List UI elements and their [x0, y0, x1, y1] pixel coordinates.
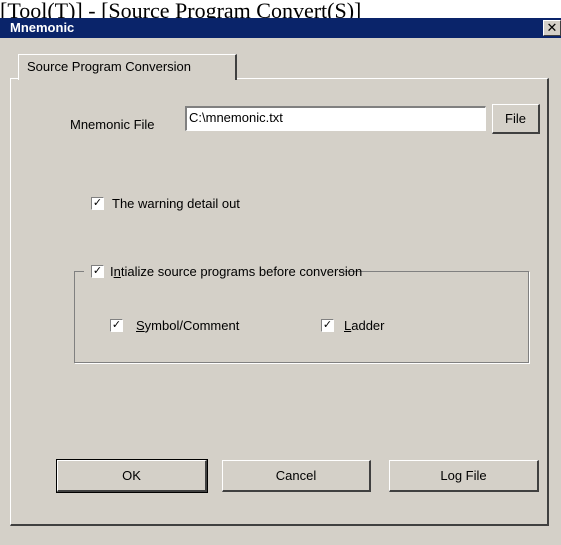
ok-button[interactable]: OK [56, 459, 208, 493]
file-browse-button[interactable]: File [492, 104, 540, 134]
initialize-checkbox[interactable]: ✓ [91, 265, 104, 278]
mnemonic-file-label: Mnemonic File [70, 117, 155, 132]
checkmark-icon: ✓ [92, 197, 103, 209]
ladder-checkbox[interactable]: ✓ [321, 319, 334, 332]
symbol-comment-label: Symbol/Comment [136, 318, 240, 333]
checkmark-icon: ✓ [111, 319, 122, 331]
ladder-label: Ladder [344, 318, 385, 333]
checkmark-icon: ✓ [322, 319, 333, 331]
cancel-button[interactable]: Cancel [222, 460, 371, 492]
warning-detail-checkbox[interactable]: ✓ [91, 197, 104, 210]
initialize-groupbox [74, 271, 529, 363]
warning-detail-label: The warning detail out [112, 196, 240, 211]
close-button[interactable]: ✕ [543, 20, 561, 36]
symbol-comment-checkbox[interactable]: ✓ [110, 319, 123, 332]
initialize-legend: ✓ Intialize source programs before conve… [84, 262, 362, 280]
close-icon: ✕ [546, 20, 558, 35]
tab-label: Source Program Conversion [27, 59, 192, 74]
initialize-label: Intialize source programs before convers… [110, 264, 363, 279]
checkmark-icon: ✓ [92, 265, 103, 277]
log-file-button[interactable]: Log File [389, 460, 539, 492]
window-title: Mnemonic [10, 20, 75, 35]
mnemonic-file-input[interactable]: C:\mnemonic.txt [185, 106, 486, 131]
tab-source-program-conversion[interactable]: Source Program Conversion [18, 54, 237, 80]
title-bar: Mnemonic ✕ [0, 18, 561, 38]
